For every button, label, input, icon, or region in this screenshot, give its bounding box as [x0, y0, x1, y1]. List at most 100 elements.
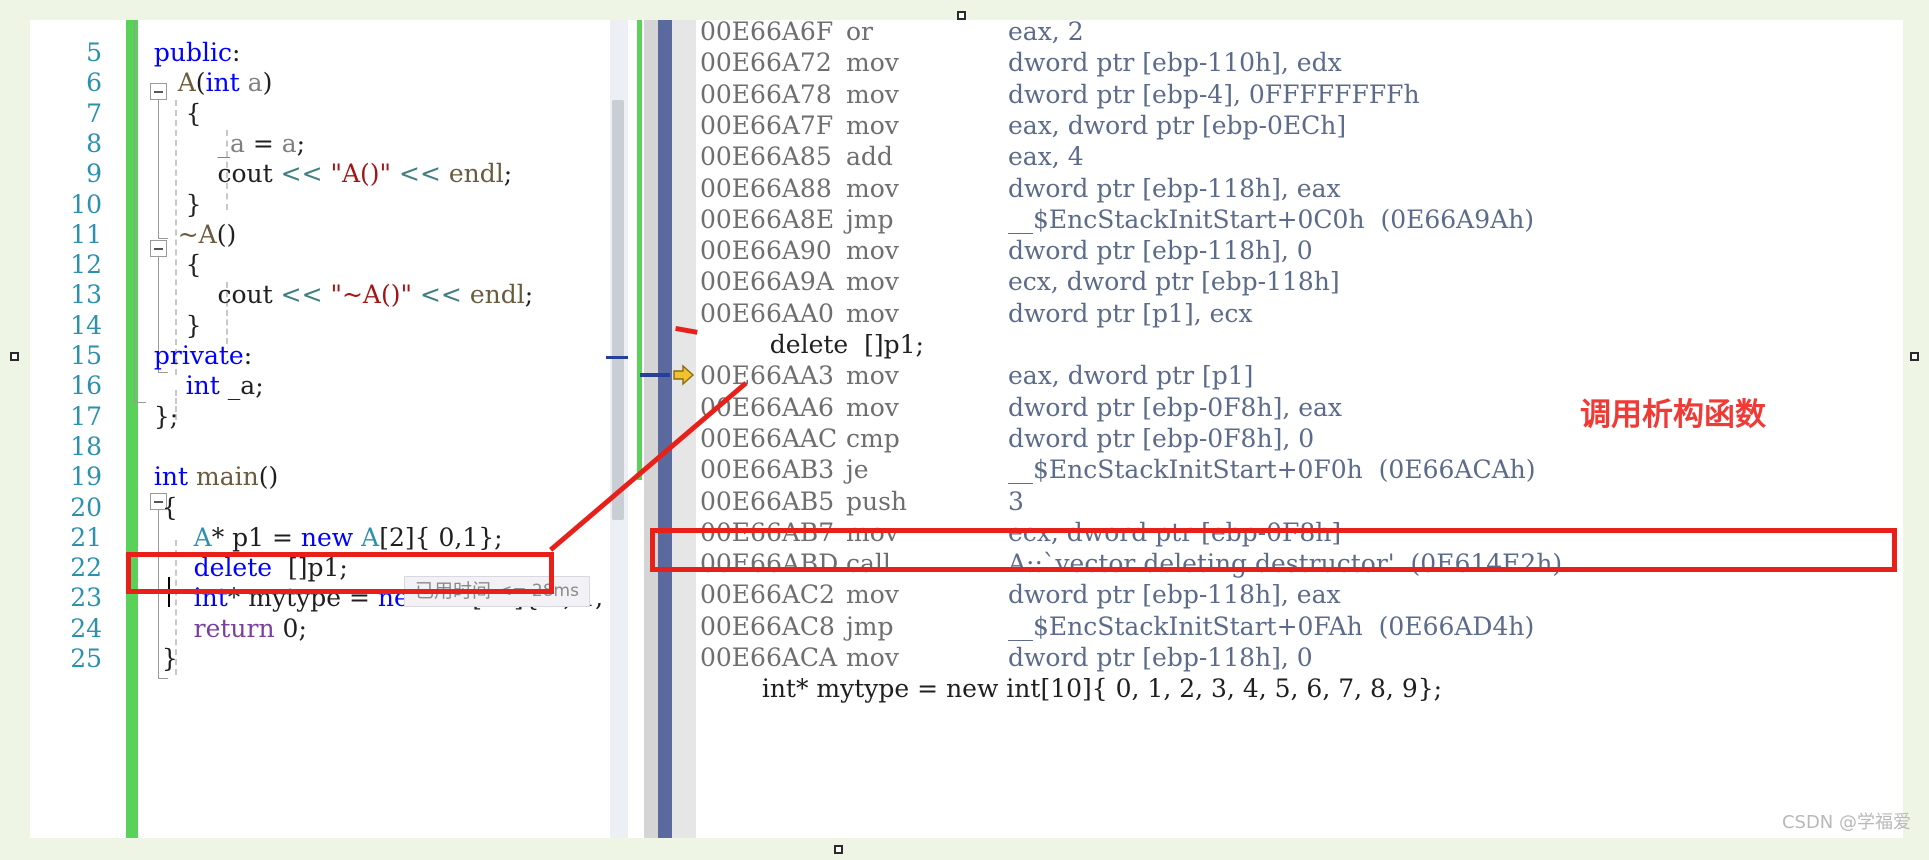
disassembly-instruction-row[interactable]: 00E66AA0 mov dword ptr [p1], ecx [628, 298, 1903, 329]
instruction-operands: dword ptr [p1], ecx [1008, 298, 1253, 328]
editor-code-text: { [138, 99, 202, 129]
code-token: ; [503, 159, 513, 189]
code-token: new [300, 522, 354, 552]
disassembly-instruction-row[interactable]: 00E66A72 mov dword ptr [ebp-110h], edx [628, 47, 1903, 78]
editor-line[interactable]: 24 return 0; [30, 614, 610, 644]
code-token: } [138, 310, 202, 340]
disassembly-instruction-row[interactable]: 00E66A78 mov dword ptr [ebp-4], 0FFFFFFFFh [628, 79, 1903, 110]
disassembly-instruction-row[interactable]: 00E66A6F or eax, 2 [628, 20, 1903, 47]
editor-line[interactable]: 15 private: [30, 341, 610, 371]
editor-line[interactable]: 8 _a = a; [30, 129, 610, 159]
editor-code-text: A* p1 = new A[2]{ 0,1}; [138, 523, 503, 553]
editor-code-text: { [138, 250, 202, 280]
instruction-mnemonic: mov [846, 298, 899, 328]
editor-line[interactable]: 19 int main() [30, 462, 610, 492]
editor-line[interactable]: 6 A(int a) [30, 68, 610, 98]
code-token: [2]{ 0,1}; [379, 522, 503, 552]
resize-handle-left[interactable] [10, 352, 19, 361]
code-token: endl [448, 159, 504, 189]
disassembly-instruction-row[interactable]: 00E66A85 add eax, 4 [628, 141, 1903, 172]
instruction-operands: __$EncStackInitStart+0F0h (0E66ACAh) [1008, 455, 1536, 485]
editor-line-number: 22 [70, 553, 102, 583]
editor-line-number: 17 [70, 401, 102, 431]
editor-line-number: 20 [70, 492, 102, 522]
editor-line-number: 8 [86, 128, 102, 158]
instruction-operands: __$EncStackInitStart+0FAh (0E66AD4h) [1008, 611, 1535, 641]
editor-line[interactable]: 20 { [30, 493, 610, 523]
editor-code-text: _a = a; [138, 129, 305, 159]
editor-line[interactable]: 10 } [30, 190, 610, 220]
instruction-mnemonic: cmp [846, 423, 900, 453]
editor-line[interactable]: 25 } [30, 644, 610, 674]
editor-line-number: 5 [86, 38, 102, 67]
resize-handle-right[interactable] [1910, 352, 1919, 361]
instruction-mnemonic: jmp [846, 204, 894, 234]
instruction-address: 00E66A6F [700, 20, 834, 46]
editor-line[interactable]: 21 A* p1 = new A[2]{ 0,1}; [30, 523, 610, 553]
instruction-mnemonic: mov [846, 267, 899, 297]
disassembly-instruction-row[interactable]: 00E66AA3 mov eax, dword ptr [p1] [628, 360, 1903, 391]
disassembly-instruction-row[interactable]: 00E66AB3 je __$EncStackInitStart+0F0h (0E6… [628, 454, 1903, 485]
instruction-address: 00E66A9A [700, 267, 834, 297]
instruction-address: 00E66A85 [700, 142, 832, 172]
disassembly-instruction-row[interactable]: 00E66AC2 mov dword ptr [ebp-118h], eax [628, 579, 1903, 610]
instruction-operands: dword ptr [ebp-118h], 0 [1008, 236, 1313, 266]
disassembly-instruction-row[interactable]: 00E66A9A mov ecx, dword ptr [ebp-118h] [628, 266, 1903, 297]
code-token: { [138, 492, 178, 522]
disassembly-source-line[interactable]: int* mytype = new int[10]{ 0, 1, 2, 3, 4… [628, 673, 1903, 704]
editor-line[interactable]: 9 cout << "A()" << endl; [30, 159, 610, 189]
editor-line[interactable]: 18 [30, 432, 610, 462]
disassembly-instruction-row[interactable]: 00E66A7F mov eax, dword ptr [ebp-0ECh] [628, 110, 1903, 141]
instruction-address: 00E66A7F [700, 110, 834, 140]
editor-code-text: { [138, 493, 178, 523]
editor-line-number: 16 [70, 371, 102, 401]
instruction-address: 00E66AB3 [700, 455, 835, 485]
editor-line[interactable]: 14 } [30, 311, 610, 341]
editor-line[interactable]: 5 public: [30, 38, 610, 68]
current-statement-margin-bar [640, 373, 670, 378]
instruction-operands: eax, dword ptr [ebp-0ECh] [1008, 110, 1347, 140]
instruction-mnemonic: add [846, 142, 893, 172]
instruction-mnemonic: mov [846, 236, 899, 266]
disassembly-instruction-row[interactable]: 00E66ACA mov dword ptr [ebp-118h], 0 [628, 642, 1903, 673]
source-code-editor[interactable]: 5 public: 6 A(int a) 7 {8 _a = a; 9 cout <<… [30, 20, 610, 838]
disassembly-instruction-row[interactable]: 00E66AB5 push 3 [628, 486, 1903, 517]
editor-line-number: 14 [70, 310, 102, 340]
editor-line-number: 24 [70, 613, 102, 643]
code-token: int [153, 462, 189, 492]
instruction-operands: dword ptr [ebp-118h], eax [1008, 580, 1341, 610]
disassembly-source-line[interactable]: delete []p1; [628, 329, 1903, 360]
window-left-band [0, 0, 30, 860]
resize-handle-bottom[interactable] [834, 845, 843, 854]
editor-vertical-scrollbar-thumb[interactable] [612, 100, 624, 520]
disassembly-instruction-row[interactable]: 00E66AC8 jmp __$EncStackInitStart+0FAh (0E… [628, 611, 1903, 642]
code-token: A [177, 68, 196, 98]
code-token: endl [469, 280, 525, 310]
editor-line[interactable]: 12 { [30, 250, 610, 280]
editor-line[interactable]: 13 cout << "~A()" << endl; [30, 280, 610, 310]
editor-line-number: 11 [70, 219, 102, 249]
editor-line[interactable]: 17 }; [30, 402, 610, 432]
disassembly-instruction-row[interactable]: 00E66A88 mov dword ptr [ebp-118h], eax [628, 173, 1903, 204]
editor-line-number: 21 [70, 522, 102, 552]
current-statement-arrow-icon [672, 364, 696, 386]
instruction-address: 00E66AA0 [700, 298, 834, 328]
editor-line-number: 10 [70, 189, 102, 219]
editor-line[interactable]: 7 { [30, 99, 610, 129]
editor-line[interactable]: 16 int _a; [30, 371, 610, 401]
disassembly-instruction-row[interactable]: 00E66A8E jmp __$EncStackInitStart+0C0h (0E… [628, 204, 1903, 235]
instruction-address: 00E66A72 [700, 48, 832, 78]
editor-code-text: int _a; [138, 371, 264, 401]
disassembly-instruction-row[interactable]: 00E66A90 mov dword ptr [ebp-118h], 0 [628, 235, 1903, 266]
window-bottom-band [0, 838, 1929, 860]
code-token: () [216, 219, 237, 249]
resize-handle-top[interactable] [957, 11, 966, 20]
editor-line[interactable]: 11 ~A() [30, 220, 610, 250]
code-token: ( [195, 68, 206, 98]
